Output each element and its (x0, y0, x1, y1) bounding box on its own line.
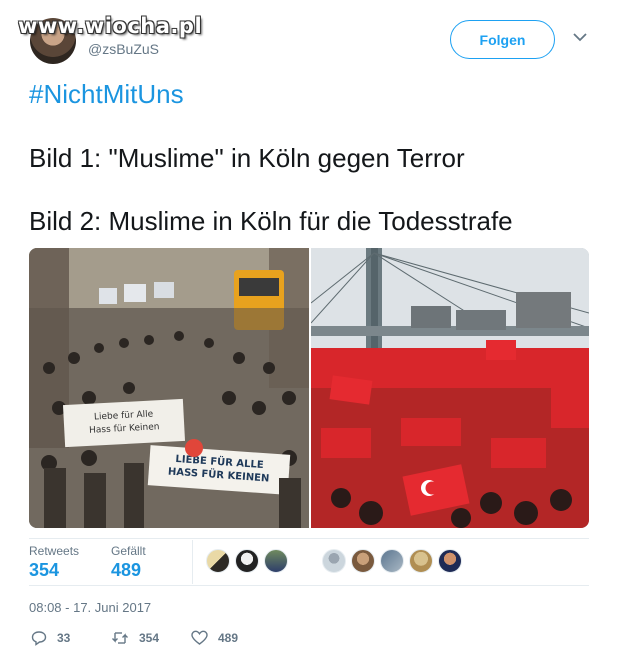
likes-label: Gefällt (111, 544, 146, 558)
user-handle[interactable]: @zsBuZuS (88, 41, 159, 57)
photo-2[interactable] (311, 248, 589, 528)
likes-stat[interactable]: Gefällt 489 (111, 544, 146, 581)
retweet-button[interactable]: 354 (111, 630, 159, 646)
photo-1-image: Liebe für Alle Hass für Keinen LIEBE FÜR… (29, 248, 309, 528)
liker-avatar-7[interactable] (409, 549, 433, 573)
liker-avatar-3[interactable] (264, 549, 288, 573)
like-count: 489 (218, 631, 239, 645)
reply-icon (31, 631, 47, 646)
tweet-header: www.wiocha.pl @zsBuZuS Folgen (0, 0, 617, 78)
chevron-down-icon[interactable] (573, 32, 587, 42)
liker-avatar-6[interactable] (380, 549, 404, 573)
tweet-media: Liebe für Alle Hass für Keinen LIEBE FÜR… (29, 248, 589, 528)
like-button[interactable]: 489 (191, 630, 238, 646)
likes-value: 489 (111, 560, 142, 580)
retweets-value: 354 (29, 560, 60, 580)
follow-button[interactable]: Folgen (450, 20, 555, 59)
liker-avatar-5[interactable] (351, 549, 375, 573)
tweet-text-line-1: Bild 1: "Muslime" in Köln gegen Terror (29, 143, 465, 173)
heart-icon (191, 630, 208, 645)
retweets-label: Retweets (29, 544, 80, 558)
watermark: www.wiocha.pl (18, 14, 203, 38)
photo-1[interactable]: Liebe für Alle Hass für Keinen LIEBE FÜR… (29, 248, 309, 528)
tweet-stats: Retweets 354 Gefällt 489 (29, 540, 589, 586)
photo-2-image (311, 248, 589, 528)
retweets-stat[interactable]: Retweets 354 (29, 544, 79, 581)
stats-divider-bottom (29, 585, 589, 586)
liker-avatar-8[interactable] (438, 549, 462, 573)
retweet-icon (112, 632, 128, 644)
liker-avatar-4[interactable] (322, 549, 346, 573)
tweet-timestamp[interactable]: 08:08 - 17. Juni 2017 (29, 600, 151, 615)
liker-avatar-1[interactable] (206, 549, 230, 573)
stats-vertical-divider (192, 540, 193, 584)
tweet-text-line-2: Bild 2: Muslime in Köln für die Todesstr… (29, 206, 513, 236)
reply-button[interactable]: 33 (31, 630, 70, 646)
stats-divider-top (29, 538, 589, 539)
reply-count: 33 (57, 631, 71, 645)
liker-avatar-2[interactable] (235, 549, 259, 573)
hashtag-link[interactable]: #NichtMitUns (29, 79, 184, 110)
retweet-count: 354 (139, 631, 160, 645)
tweet-actions: 33 354 489 (29, 630, 329, 652)
